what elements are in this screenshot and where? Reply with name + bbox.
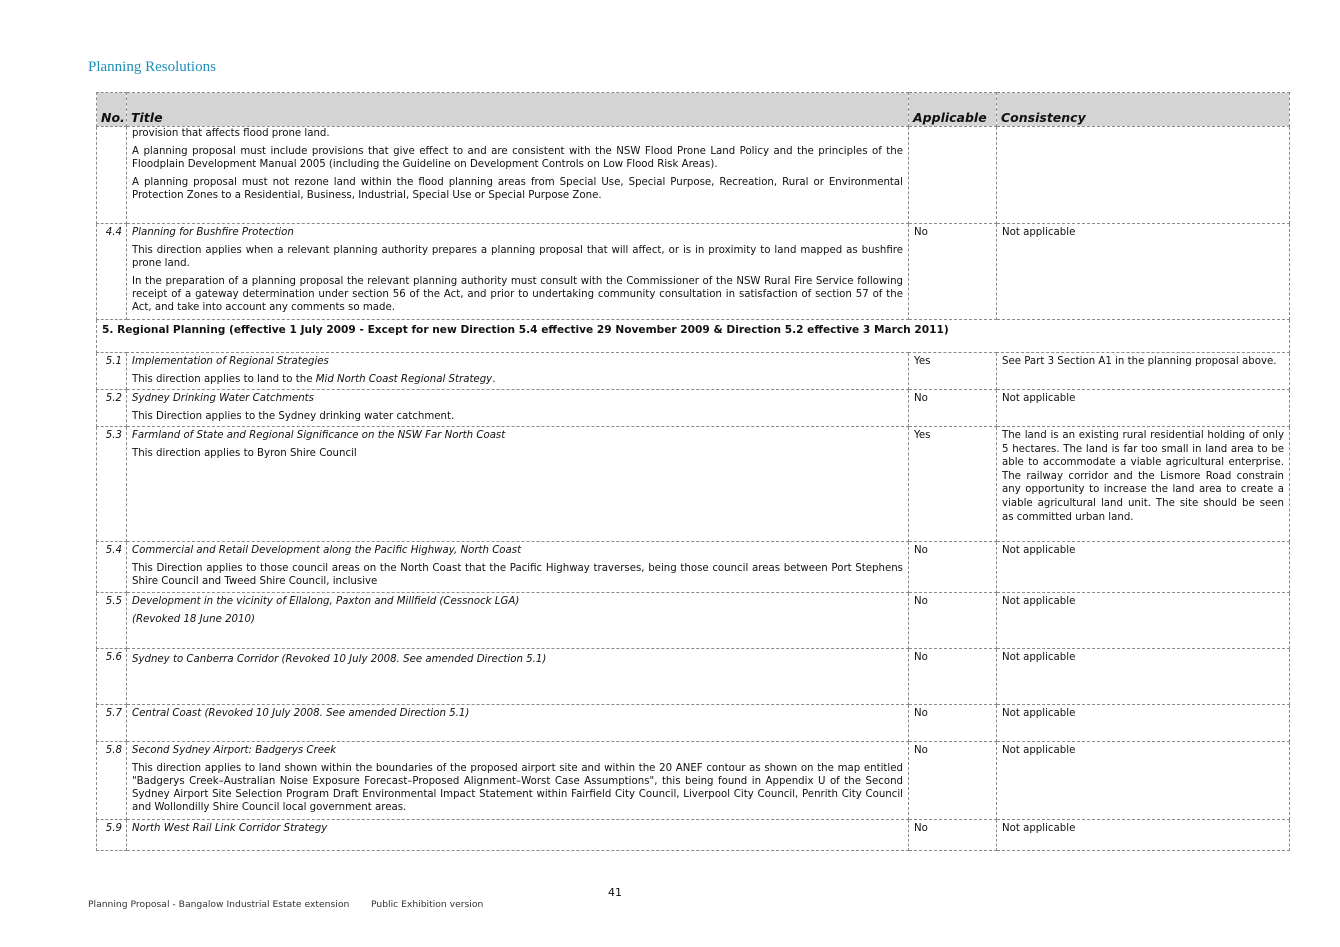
- row-heading: Second Sydney Airport: Badgerys Creek: [132, 745, 337, 756]
- row-title: Commercial and Retail Development along …: [126, 541, 909, 593]
- row-no: [96, 126, 127, 224]
- row-text: A planning proposal must not rezone land…: [132, 177, 903, 201]
- row-title: North West Rail Link Corridor Strategy: [126, 819, 909, 851]
- row-no: 5.6: [96, 648, 127, 705]
- table-row: 5.4 Commercial and Retail Development al…: [96, 541, 1290, 593]
- row-applicable: No: [908, 819, 997, 851]
- row-title: provision that affects flood prone land.…: [126, 126, 909, 224]
- row-consistency: Not applicable: [996, 592, 1290, 649]
- row-title: Second Sydney Airport: Badgerys Creek Th…: [126, 741, 909, 820]
- row-text: This direction applies to Byron Shire Co…: [132, 448, 357, 459]
- row-title: Farmland of State and Regional Significa…: [126, 426, 909, 542]
- row-heading: Planning for Bushfire Protection: [132, 227, 294, 238]
- row-applicable: No: [908, 592, 997, 649]
- row-text: In the preparation of a planning proposa…: [132, 276, 903, 313]
- row-text: (Revoked 18 June 2010): [132, 614, 255, 625]
- row-text: provision that affects flood prone land.: [132, 128, 330, 139]
- row-heading: Implementation of Regional Strategies: [132, 356, 329, 367]
- table-row: 5.8 Second Sydney Airport: Badgerys Cree…: [96, 741, 1290, 820]
- row-consistency: The land is an existing rural residentia…: [996, 426, 1290, 542]
- row-text: A planning proposal must include provisi…: [132, 146, 903, 170]
- row-text: This direction applies to land to the Mi…: [132, 373, 903, 386]
- row-no: 5.2: [96, 389, 127, 427]
- row-title: Sydney to Canberra Corridor (Revoked 10 …: [126, 648, 909, 705]
- row-consistency: Not applicable: [996, 648, 1290, 705]
- row-heading: Sydney to Canberra Corridor (Revoked 10 …: [132, 654, 547, 665]
- row-no: 5.3: [96, 426, 127, 542]
- row-consistency: [996, 126, 1290, 224]
- row-heading: Farmland of State and Regional Significa…: [132, 430, 506, 441]
- table-row: 5.9 North West Rail Link Corridor Strate…: [96, 819, 1290, 851]
- table-row: 5.7 Central Coast (Revoked 10 July 2008.…: [96, 704, 1290, 742]
- row-no: 5.8: [96, 741, 127, 820]
- header-no: No.: [96, 92, 127, 127]
- table-row: 5.5 Development in the vicinity of Ellal…: [96, 592, 1290, 649]
- row-heading: North West Rail Link Corridor Strategy: [132, 823, 328, 834]
- table-row: provision that affects flood prone land.…: [96, 126, 1290, 224]
- table-row: 5.3 Farmland of State and Regional Signi…: [96, 426, 1290, 542]
- row-title: Central Coast (Revoked 10 July 2008. See…: [126, 704, 909, 742]
- table-header-row: No. Title Applicable Consistency: [96, 92, 1290, 127]
- row-title: Implementation of Regional Strategies Th…: [126, 352, 909, 390]
- page-number: 41: [608, 886, 622, 899]
- footer-version: Public Exhibition version: [371, 899, 484, 910]
- row-no: 4.4: [96, 223, 127, 320]
- row-heading: Central Coast (Revoked 10 July 2008. See…: [132, 708, 470, 719]
- row-no: 5.7: [96, 704, 127, 742]
- table-row: 5.6 Sydney to Canberra Corridor (Revoked…: [96, 648, 1290, 705]
- row-applicable: Yes: [908, 426, 997, 542]
- table-row: 5.2 Sydney Drinking Water Catchments Thi…: [96, 389, 1290, 427]
- row-applicable: No: [908, 541, 997, 593]
- consistency-text: See Part 3 Section A1 in the planning pr…: [1002, 356, 1277, 367]
- row-applicable: No: [908, 223, 997, 320]
- row-applicable: No: [908, 741, 997, 820]
- header-applicable: Applicable: [908, 92, 997, 127]
- consistency-text: The land is an existing rural residentia…: [1002, 430, 1284, 523]
- row-text-part: This direction applies to land to the: [132, 374, 316, 385]
- row-title: Development in the vicinity of Ellalong,…: [126, 592, 909, 649]
- row-applicable: No: [908, 704, 997, 742]
- page-title: Planning Resolutions: [88, 59, 216, 75]
- table-row: 4.4 Planning for Bushfire Protection Thi…: [96, 223, 1290, 320]
- table-row: 5.1 Implementation of Regional Strategie…: [96, 352, 1290, 390]
- row-applicable: No: [908, 648, 997, 705]
- header-consistency: Consistency: [996, 92, 1290, 127]
- row-consistency: Not applicable: [996, 541, 1290, 593]
- row-text: This Direction applies to those council …: [132, 563, 903, 587]
- row-consistency: Not applicable: [996, 389, 1290, 427]
- row-consistency: Not applicable: [996, 741, 1290, 820]
- row-applicable: [908, 126, 997, 224]
- strategy-name: Mid North Coast Regional Strategy: [315, 374, 493, 385]
- row-consistency: Not applicable: [996, 819, 1290, 851]
- row-heading: Commercial and Retail Development along …: [132, 545, 522, 556]
- row-no: 5.9: [96, 819, 127, 851]
- row-text: This direction applies to land shown wit…: [132, 763, 903, 813]
- row-title: Sydney Drinking Water Catchments This Di…: [126, 389, 909, 427]
- row-applicable: No: [908, 389, 997, 427]
- row-applicable: Yes: [908, 352, 997, 390]
- section-heading: 5. Regional Planning (effective 1 July 2…: [96, 319, 1290, 353]
- footer-document-title: Planning Proposal - Bangalow Industrial …: [88, 899, 350, 910]
- section-row: 5. Regional Planning (effective 1 July 2…: [96, 319, 1290, 353]
- row-consistency: Not applicable: [996, 704, 1290, 742]
- planning-directions-table: No. Title Applicable Consistency provisi…: [96, 92, 1290, 851]
- row-consistency: See Part 3 Section A1 in the planning pr…: [996, 352, 1290, 390]
- row-heading: Sydney Drinking Water Catchments: [132, 393, 314, 404]
- row-consistency: Not applicable: [996, 223, 1290, 320]
- row-text-part: .: [492, 374, 496, 385]
- row-text: This Direction applies to the Sydney dri…: [132, 411, 455, 422]
- row-text: This direction applies when a relevant p…: [132, 245, 903, 269]
- row-title: Planning for Bushfire Protection This di…: [126, 223, 909, 320]
- row-no: 5.5: [96, 592, 127, 649]
- header-title: Title: [126, 92, 909, 127]
- row-no: 5.1: [96, 352, 127, 390]
- row-no: 5.4: [96, 541, 127, 593]
- row-heading: Development in the vicinity of Ellalong,…: [132, 596, 520, 607]
